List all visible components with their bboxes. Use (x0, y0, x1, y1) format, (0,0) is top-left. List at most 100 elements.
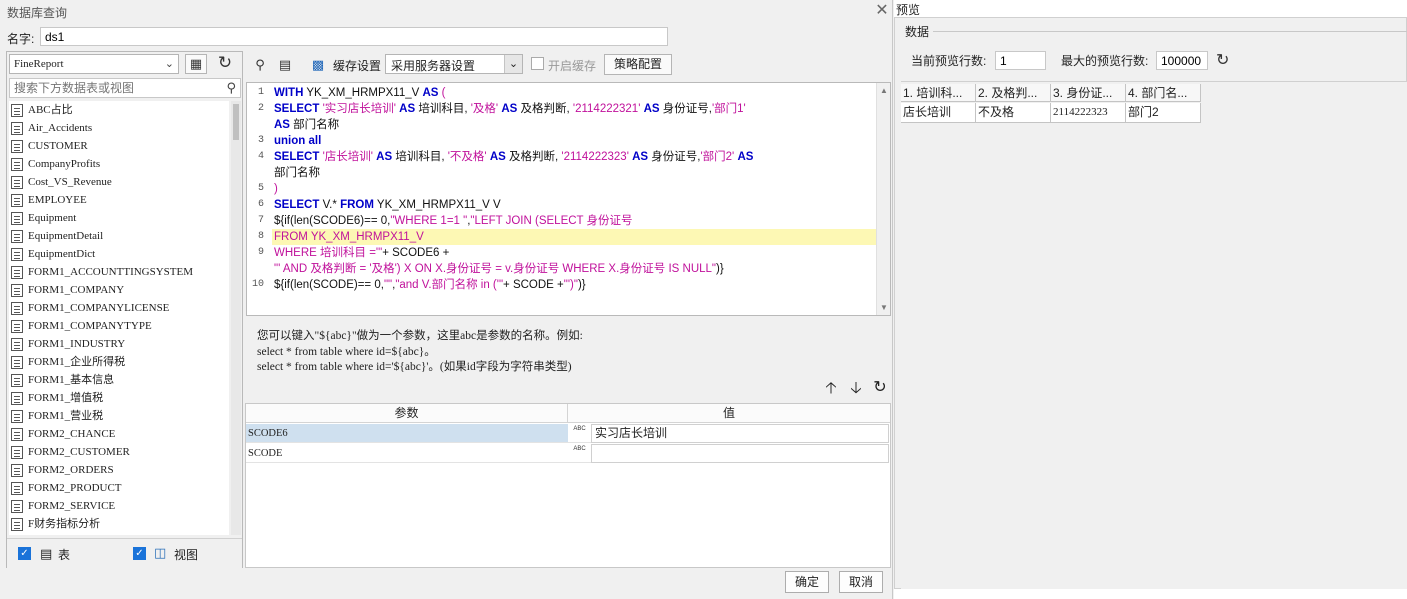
line-number: 7 (257, 215, 264, 226)
grid-cell[interactable]: 不及格 (976, 103, 1051, 123)
format-sql-icon[interactable]: ▤ (276, 56, 294, 74)
grid-col-header[interactable]: 1. 培训科... (901, 84, 976, 102)
scroll-down-icon[interactable]: ▼ (877, 303, 890, 312)
line-number-gutter: 1 2 3 4 5 6 7 8 9 10 (247, 83, 269, 315)
table-name: EquipmentDetail (28, 230, 104, 242)
table-icon (11, 193, 23, 207)
list-item[interactable]: CompanyProfits (9, 155, 229, 173)
list-item[interactable]: FORM1_COMPANYTYPE (9, 317, 229, 335)
list-item[interactable]: Equipment (9, 209, 229, 227)
show-tables-checkbox[interactable]: ✓ (18, 547, 31, 560)
table-icon (11, 157, 23, 171)
list-item[interactable]: FORM2_PRODUCT (9, 479, 229, 497)
name-label: 名字: (7, 32, 35, 46)
table-icon (11, 373, 23, 387)
table-name: FORM2_PRODUCT (28, 482, 122, 494)
list-item[interactable]: FORM2_CUSTOMER (9, 443, 229, 461)
scroll-up-icon[interactable]: ▲ (877, 86, 890, 95)
grid-col-header[interactable]: 3. 身份证... (1051, 84, 1126, 102)
list-item[interactable]: FORM1_ACCOUNTTINGSYSTEM (9, 263, 229, 281)
table-icon (11, 481, 23, 495)
cancel-button[interactable]: 取消 (839, 571, 883, 593)
chevron-down-icon: ⌄ (504, 55, 522, 73)
list-item[interactable]: EquipmentDict (9, 245, 229, 263)
grid-cell[interactable]: 店长培训 (901, 103, 976, 123)
arrow-up-icon[interactable]: 🡡 (822, 380, 840, 398)
table-name: FORM1_INDUSTRY (28, 338, 126, 350)
list-item[interactable]: EquipmentDetail (9, 227, 229, 245)
list-item[interactable]: FORM1_企业所得税 (9, 353, 229, 371)
table-icon (11, 517, 23, 531)
table-row[interactable]: SCODE6 ABC 实习店长培训 (246, 424, 890, 443)
sql-line-4-wrap: 部门名称 (274, 167, 320, 179)
sql-line-9-wrap: "' AND 及格判断 = '及格') X ON X.身份证号 = v.身份证号… (274, 263, 724, 275)
param-type-icon[interactable]: ABC (568, 424, 591, 443)
param-value-input[interactable] (591, 444, 889, 463)
table-icon (11, 427, 23, 441)
refresh-preview-icon[interactable]: ↻ (1216, 50, 1229, 70)
table-name: FORM1_企业所得税 (28, 356, 126, 368)
line-number: 3 (257, 135, 264, 146)
name-input[interactable] (40, 27, 668, 46)
cache-mode-select[interactable]: 采用服务器设置 ⌄ (385, 54, 523, 74)
table-name: F财务指标分析 (28, 518, 101, 530)
show-views-checkbox[interactable]: ✓ (133, 547, 146, 560)
list-item[interactable]: FORM1_基本信息 (9, 371, 229, 389)
list-item[interactable]: FORM2_ORDERS (9, 461, 229, 479)
sql-line-10: ${if(len(SCODE)== 0,"","and V.部门名称 in ('… (274, 279, 586, 291)
list-item[interactable]: FORM2_SERVICE (9, 497, 229, 515)
table-list-scrollbar[interactable] (231, 101, 241, 535)
enable-cache-checkbox[interactable] (531, 57, 544, 70)
max-rows-input[interactable] (1156, 51, 1208, 70)
scrollbar-thumb[interactable] (233, 104, 239, 140)
cache-settings-icon[interactable]: ▩ (309, 56, 327, 74)
table-name: CompanyProfits (28, 158, 101, 170)
sql-editor-scrollbar[interactable]: ▲ ▼ (876, 83, 890, 315)
current-rows-input[interactable] (995, 51, 1046, 70)
search-icon[interactable]: ⚲ (226, 80, 236, 96)
table-icon (11, 175, 23, 189)
sql-editor[interactable]: 1 2 3 4 5 6 7 8 9 10 WITH YK_XM_HRMPX11_… (246, 82, 891, 316)
list-item[interactable]: FORM1_COMPANY (9, 281, 229, 299)
grid-col-header[interactable]: 2. 及格判... (976, 84, 1051, 102)
list-item[interactable]: FORM1_增值税 (9, 389, 229, 407)
table-icon (11, 283, 23, 297)
table-icon (11, 319, 23, 333)
arrow-down-icon[interactable]: 🡣 (847, 380, 865, 398)
grid-cell[interactable]: 部门2 (1126, 103, 1201, 123)
list-item[interactable]: FORM1_COMPANYLICENSE (9, 299, 229, 317)
refresh-tables-button[interactable]: ↻ (214, 54, 236, 74)
table-search-input[interactable] (10, 79, 215, 97)
grid-cell[interactable]: 2114222323 (1051, 103, 1126, 123)
param-col-header-value: 值 (568, 404, 890, 423)
list-item[interactable]: F财务指标分析 (9, 515, 229, 533)
list-item[interactable]: CUSTOMER (9, 137, 229, 155)
parameter-hint-line-2: select * from table where id=${abc}。 (257, 346, 436, 358)
list-item[interactable]: ABC占比 (9, 101, 229, 119)
line-number: 9 (257, 247, 264, 258)
list-item[interactable]: FORM1_营业税 (9, 407, 229, 425)
table-filter-footer: ✓ ▤ 表 ✓ ◫ 视图 (7, 538, 242, 568)
table-name: EMPLOYEE (28, 194, 87, 206)
ok-button[interactable]: 确定 (785, 571, 829, 593)
list-item[interactable]: Cost_VS_Revenue (9, 173, 229, 191)
table-icon (11, 301, 23, 315)
table-icon (11, 445, 23, 459)
policy-config-button[interactable]: 策略配置 (604, 54, 672, 75)
list-item[interactable]: FORM1_INDUSTRY (9, 335, 229, 353)
list-item[interactable]: Air_Accidents (9, 119, 229, 137)
list-item[interactable]: EMPLOYEE (9, 191, 229, 209)
list-item[interactable]: FORM2_CHANCE (9, 425, 229, 443)
parameter-table: 参数 值 SCODE6 ABC 实习店长培训 SCODE ABC (245, 403, 891, 568)
param-value-input[interactable]: 实习店长培训 (591, 424, 889, 443)
table-browser-panel: FineReport ⌄ ▦ ↻ ⚲ ABC占比 Air_Accidents CUS… (6, 51, 243, 568)
grid-col-header[interactable]: 4. 部门名... (1126, 84, 1201, 102)
refresh-params-icon[interactable]: ↻ (871, 379, 889, 397)
table-row[interactable]: SCODE ABC (246, 444, 890, 463)
edit-connection-button[interactable]: ▦ (185, 54, 207, 74)
close-icon[interactable]: ✕ (873, 2, 891, 20)
query-preview-icon[interactable]: ⚲ (251, 56, 269, 74)
param-type-icon[interactable]: ABC (568, 444, 591, 463)
connection-select[interactable]: FineReport ⌄ (9, 54, 179, 74)
current-rows-label: 当前预览行数: (911, 54, 987, 68)
